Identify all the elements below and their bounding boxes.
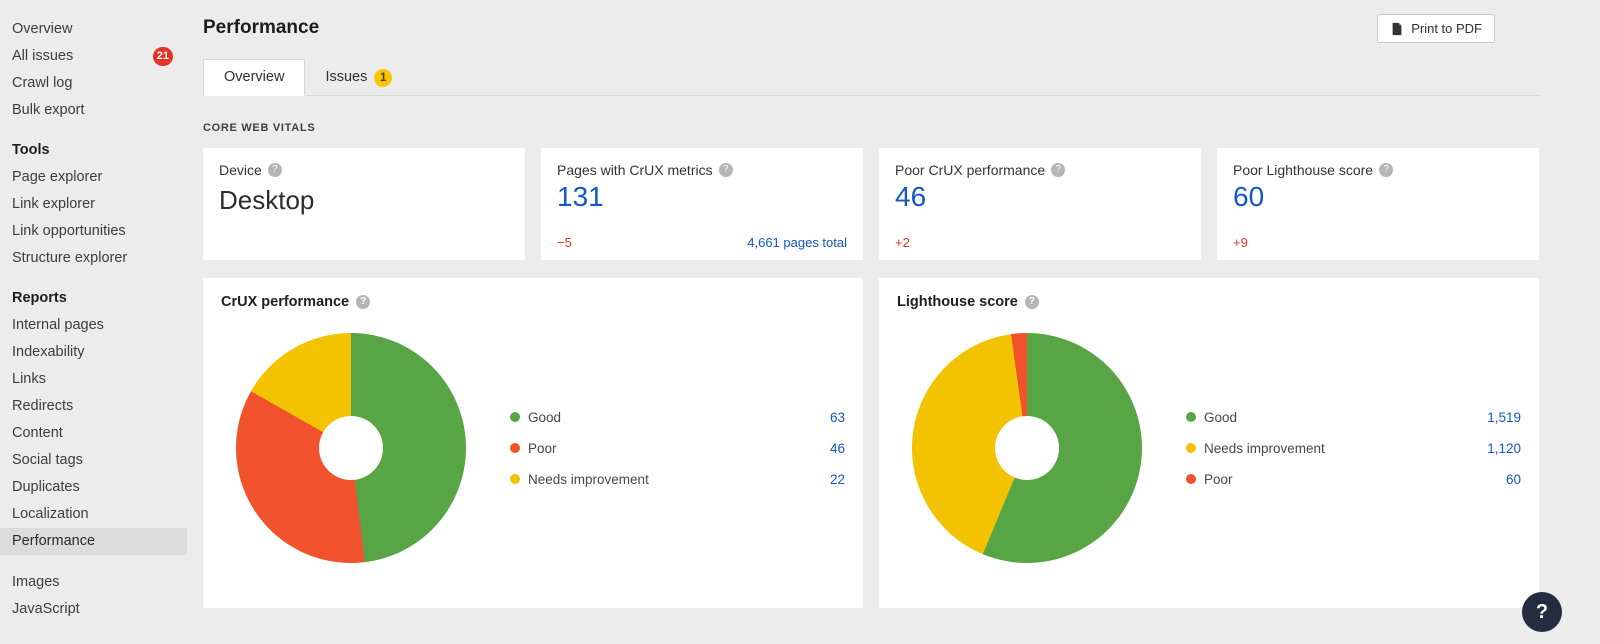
sidebar-item-images[interactable]: Images bbox=[0, 569, 187, 596]
legend-value[interactable]: 22 bbox=[830, 472, 845, 487]
lighthouse-legend: Good 1,519 Needs improvement 1,120 Poor … bbox=[1186, 402, 1521, 495]
help-icon[interactable]: ? bbox=[1379, 163, 1393, 177]
poor-lighthouse-card: Poor Lighthouse score ? 60 +9 bbox=[1217, 148, 1539, 260]
tab-issues[interactable]: Issues 1 bbox=[305, 60, 412, 95]
legend-item-poor[interactable]: Poor 46 bbox=[510, 433, 845, 464]
sidebar-item-duplicates[interactable]: Duplicates bbox=[0, 474, 187, 501]
sidebar-item-performance[interactable]: Performance bbox=[0, 528, 187, 555]
donut-hole bbox=[319, 416, 383, 480]
crux-legend: Good 63 Poor 46 Needs improvement 22 bbox=[510, 402, 845, 495]
donut-hole bbox=[995, 416, 1059, 480]
sidebar-item-internal-pages[interactable]: Internal pages bbox=[0, 312, 187, 339]
sidebar-item-crawl-log[interactable]: Crawl log bbox=[0, 70, 187, 97]
crux-chart-title: CrUX performance bbox=[221, 294, 349, 310]
sidebar-item-social-tags[interactable]: Social tags bbox=[0, 447, 187, 474]
sidebar-item-bulk-export[interactable]: Bulk export bbox=[0, 97, 187, 124]
sidebar-item-redirects[interactable]: Redirects bbox=[0, 393, 187, 420]
tab-bar: Overview Issues 1 bbox=[203, 59, 1539, 96]
device-value: Desktop bbox=[219, 185, 509, 216]
crux-performance-card: CrUX performance ? Good 63 Poor 4 bbox=[203, 278, 863, 608]
legend-value[interactable]: 46 bbox=[830, 441, 845, 456]
needs-improvement-dot-icon bbox=[1186, 443, 1196, 453]
chart-cards-row: CrUX performance ? Good 63 Poor 4 bbox=[203, 278, 1539, 608]
poor-crux-card: Poor CrUX performance ? 46 +2 bbox=[879, 148, 1201, 260]
poor-lighthouse-delta: +9 bbox=[1233, 235, 1248, 250]
device-card: Device ? Desktop bbox=[203, 148, 525, 260]
legend-label: Needs improvement bbox=[528, 472, 649, 487]
poor-dot-icon bbox=[1186, 474, 1196, 484]
sidebar-item-label: All issues bbox=[12, 48, 73, 64]
tab-overview-label: Overview bbox=[224, 68, 284, 87]
legend-label: Good bbox=[528, 410, 561, 425]
sidebar-item-indexability[interactable]: Indexability bbox=[0, 339, 187, 366]
help-icon[interactable]: ? bbox=[268, 163, 282, 177]
help-icon[interactable]: ? bbox=[1025, 295, 1039, 309]
sidebar: Overview All issues 21 Crawl log Bulk ex… bbox=[0, 0, 187, 644]
crux-pages-label: Pages with CrUX metrics bbox=[557, 162, 713, 178]
sidebar-item-javascript[interactable]: JavaScript bbox=[0, 596, 187, 623]
device-card-label: Device bbox=[219, 162, 262, 178]
sidebar-item-content[interactable]: Content bbox=[0, 420, 187, 447]
print-to-pdf-label: Print to PDF bbox=[1411, 21, 1482, 36]
sidebar-item-link-opportunities[interactable]: Link opportunities bbox=[0, 218, 187, 245]
metric-cards-row: Device ? Desktop Pages with CrUX metrics… bbox=[203, 148, 1539, 260]
help-icon[interactable]: ? bbox=[356, 295, 370, 309]
help-icon[interactable]: ? bbox=[1051, 163, 1065, 177]
poor-lighthouse-label: Poor Lighthouse score bbox=[1233, 162, 1373, 178]
poor-lighthouse-value[interactable]: 60 bbox=[1233, 181, 1523, 213]
poor-dot-icon bbox=[510, 443, 520, 453]
sidebar-section-tools: Tools bbox=[0, 137, 187, 164]
lighthouse-chart-title: Lighthouse score bbox=[897, 294, 1018, 310]
crux-pages-delta: −5 bbox=[557, 235, 572, 250]
poor-crux-delta: +2 bbox=[895, 235, 910, 250]
page-title: Performance bbox=[203, 0, 1539, 39]
sidebar-item-localization[interactable]: Localization bbox=[0, 501, 187, 528]
pages-total-link[interactable]: 4,661 pages total bbox=[747, 235, 847, 250]
crux-pages-value[interactable]: 131 bbox=[557, 181, 847, 213]
legend-label: Needs improvement bbox=[1204, 441, 1325, 456]
poor-crux-value[interactable]: 46 bbox=[895, 181, 1185, 213]
needs-improvement-dot-icon bbox=[510, 474, 520, 484]
sidebar-section-reports: Reports bbox=[0, 285, 187, 312]
sidebar-item-page-explorer[interactable]: Page explorer bbox=[0, 164, 187, 191]
main-content: Performance Print to PDF Overview Issues… bbox=[187, 0, 1539, 608]
poor-crux-label: Poor CrUX performance bbox=[895, 162, 1045, 178]
tab-overview[interactable]: Overview bbox=[203, 59, 305, 96]
issues-count-badge: 1 bbox=[374, 69, 392, 87]
core-web-vitals-label: CORE WEB VITALS bbox=[203, 122, 1539, 134]
sidebar-item-link-explorer[interactable]: Link explorer bbox=[0, 191, 187, 218]
crux-donut-chart[interactable] bbox=[236, 333, 466, 563]
help-button[interactable]: ? bbox=[1522, 592, 1562, 632]
legend-item-needs-improvement[interactable]: Needs improvement 22 bbox=[510, 464, 845, 495]
legend-item-poor[interactable]: Poor 60 bbox=[1186, 464, 1521, 495]
legend-label: Poor bbox=[528, 441, 557, 456]
lighthouse-score-card: Lighthouse score ? Good 1,519 Needs impr… bbox=[879, 278, 1539, 608]
all-issues-count-badge: 21 bbox=[153, 47, 173, 66]
print-pdf-icon bbox=[1390, 22, 1404, 36]
legend-value[interactable]: 1,120 bbox=[1487, 441, 1521, 456]
legend-label: Poor bbox=[1204, 472, 1233, 487]
sidebar-item-overview[interactable]: Overview bbox=[0, 16, 187, 43]
legend-item-good[interactable]: Good 63 bbox=[510, 402, 845, 433]
sidebar-item-all-issues[interactable]: All issues 21 bbox=[0, 43, 187, 70]
print-to-pdf-button[interactable]: Print to PDF bbox=[1377, 14, 1495, 43]
crux-pages-card: Pages with CrUX metrics ? 131 −5 4,661 p… bbox=[541, 148, 863, 260]
legend-value[interactable]: 1,519 bbox=[1487, 410, 1521, 425]
good-dot-icon bbox=[1186, 412, 1196, 422]
good-dot-icon bbox=[510, 412, 520, 422]
sidebar-item-structure-explorer[interactable]: Structure explorer bbox=[0, 245, 187, 272]
legend-item-good[interactable]: Good 1,519 bbox=[1186, 402, 1521, 433]
legend-value[interactable]: 60 bbox=[1506, 472, 1521, 487]
help-icon[interactable]: ? bbox=[719, 163, 733, 177]
legend-item-needs-improvement[interactable]: Needs improvement 1,120 bbox=[1186, 433, 1521, 464]
sidebar-item-links[interactable]: Links bbox=[0, 366, 187, 393]
lighthouse-donut-chart[interactable] bbox=[912, 333, 1142, 563]
legend-label: Good bbox=[1204, 410, 1237, 425]
tab-issues-label: Issues bbox=[325, 68, 367, 87]
legend-value[interactable]: 63 bbox=[830, 410, 845, 425]
